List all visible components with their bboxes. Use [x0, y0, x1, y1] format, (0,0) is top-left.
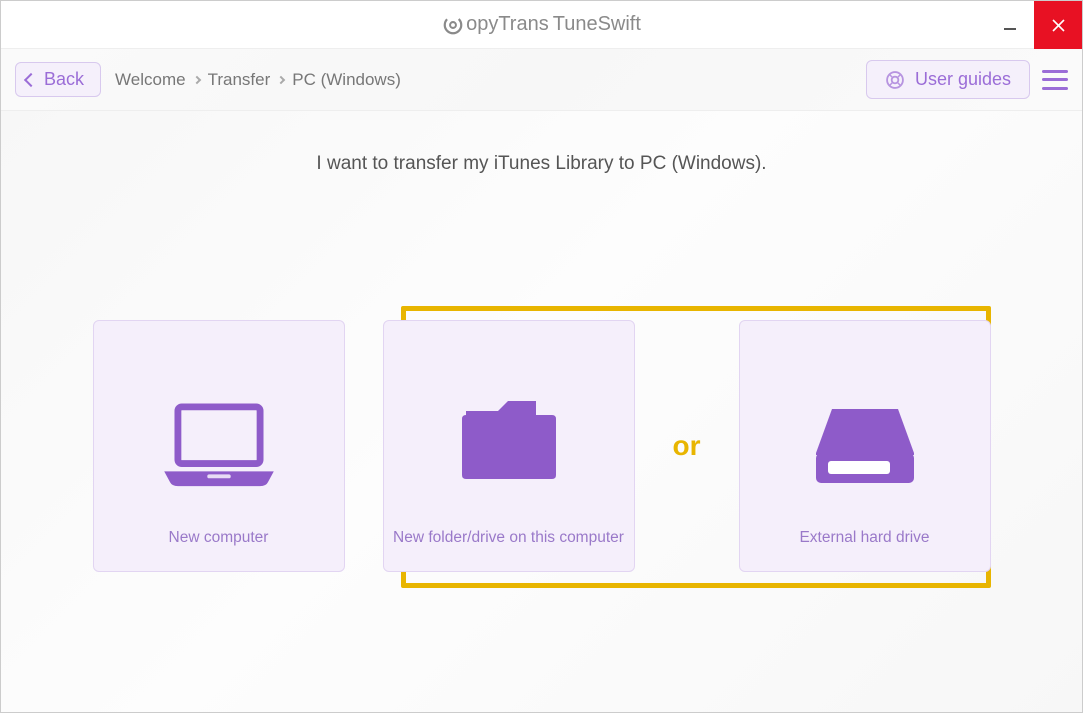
chevron-left-icon [24, 72, 38, 86]
option-external-drive[interactable]: External hard drive [739, 320, 991, 572]
toolbar-right: User guides [866, 60, 1068, 99]
user-guides-button[interactable]: User guides [866, 60, 1030, 99]
brand-text-1: opyTrans [466, 13, 549, 36]
close-button[interactable] [1034, 1, 1082, 49]
page-headline: I want to transfer my iTunes Library to … [1, 153, 1082, 175]
titlebar: opyTrans TuneSwift [1, 1, 1082, 49]
app-title: opyTrans TuneSwift [442, 13, 641, 36]
folder-icon [454, 395, 564, 490]
laptop-icon [160, 401, 278, 496]
toolbar: Back Welcome Transfer PC (Windows) User … [1, 49, 1082, 111]
options-row: New computer New folder/drive on this co… [1, 320, 1082, 572]
menu-button[interactable] [1042, 70, 1068, 90]
app-window: opyTrans TuneSwift Back Welcom [0, 0, 1083, 713]
chevron-right-icon [277, 75, 285, 83]
minimize-button[interactable] [986, 1, 1034, 49]
close-icon [1052, 19, 1065, 32]
back-button-label: Back [44, 69, 84, 90]
option-new-folder[interactable]: New folder/drive on this computer [383, 320, 635, 572]
breadcrumb-item[interactable]: Transfer [208, 70, 271, 90]
hamburger-icon [1042, 70, 1068, 73]
window-controls [986, 1, 1082, 49]
or-separator: or [673, 430, 701, 462]
brand-text-2: TuneSwift [553, 13, 641, 36]
content-area: I want to transfer my iTunes Library to … [1, 111, 1082, 712]
lifebuoy-icon [885, 70, 905, 90]
breadcrumb-item[interactable]: Welcome [115, 70, 186, 90]
option-label: New folder/drive on this computer [393, 529, 624, 547]
option-new-computer[interactable]: New computer [93, 320, 345, 572]
brand-logo-icon [442, 14, 464, 36]
minimize-icon [1003, 18, 1017, 32]
option-label: New computer [169, 529, 269, 547]
hard-drive-icon [810, 403, 920, 493]
chevron-right-icon [192, 75, 200, 83]
breadcrumb: Welcome Transfer PC (Windows) [115, 70, 401, 90]
user-guides-label: User guides [915, 69, 1011, 90]
option-label: External hard drive [799, 529, 929, 547]
back-button[interactable]: Back [15, 62, 101, 97]
breadcrumb-item[interactable]: PC (Windows) [292, 70, 401, 90]
